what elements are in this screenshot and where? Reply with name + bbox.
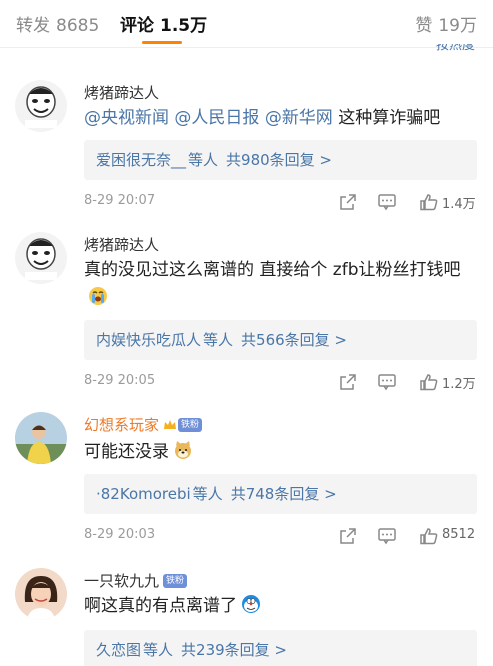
crying-emoji <box>88 286 108 306</box>
avatar[interactable] <box>15 412 67 464</box>
meme-face-icon <box>15 232 67 284</box>
mention-link[interactable]: @央视新闻 <box>84 108 169 128</box>
avatar[interactable] <box>15 568 67 620</box>
share-icon[interactable] <box>336 190 360 214</box>
username[interactable]: 一只软九九 铁粉 <box>84 570 188 591</box>
fan-badge: 铁粉 <box>178 417 203 432</box>
like-count: 1.2万 <box>442 377 476 392</box>
reply-count: 共980条回复 > <box>226 151 332 169</box>
reply-count: 共239条回复 > <box>181 641 287 659</box>
reply-static: 等人 <box>192 485 223 503</box>
like-icon[interactable] <box>417 190 441 214</box>
username-text: 幻想系玩家 <box>84 416 160 434</box>
comment-meta: 8-29 20:07 1.4万 <box>84 190 479 214</box>
comment-text: 可能还没录 <box>84 438 479 466</box>
mention-link[interactable]: @人民日报 <box>174 108 259 128</box>
comment-meta: 8-29 20:03 8512 <box>84 524 479 548</box>
tab-comment-count: 1.5万 <box>160 16 208 36</box>
share-icon[interactable] <box>336 524 360 548</box>
comment-meta: 8-29 20:05 1.2万 <box>84 370 479 394</box>
comment-tabs: 转发 8685 评论 1.5万 赞 19万 <box>0 0 493 48</box>
comment-icon[interactable] <box>375 524 399 548</box>
reply-user: 内娱快乐吃瓜人 <box>96 331 202 349</box>
like-icon[interactable] <box>417 370 441 394</box>
like-icon[interactable] <box>417 524 441 548</box>
tab-comment-label: 评论 <box>120 16 154 36</box>
comment-text: @央视新闻 @人民日报 @新华网 这种算诈骗吧 <box>84 104 479 132</box>
reply-user: ·82Komorebi <box>96 485 191 503</box>
username[interactable]: 幻想系玩家 铁粉 <box>84 414 203 435</box>
username[interactable]: 烤猪蹄达人 <box>84 234 159 255</box>
comment-text: 啊这真的有点离谱了 <box>84 592 479 620</box>
reply-preview[interactable]: 久恋图 等人 共239条回复 > <box>84 630 477 666</box>
comment-text-body: 啊这真的有点离谱了 <box>84 596 237 616</box>
fan-badge-group: 铁粉 <box>163 417 203 432</box>
doraemon-emoji <box>241 594 261 614</box>
reply-preview[interactable]: ·82Komorebi 等人 共748条回复 > <box>84 474 477 514</box>
comment-icon[interactable] <box>375 370 399 394</box>
comment-text-body: 可能还没录 <box>84 442 169 462</box>
sort-toggle[interactable]: 按热度 <box>436 44 475 53</box>
share-icon[interactable] <box>336 370 360 394</box>
tab-comment[interactable]: 评论 1.5万 <box>120 11 207 36</box>
tab-like-label: 赞 <box>415 16 433 36</box>
like-count: 1.4万 <box>442 197 476 212</box>
fan-badge: 铁粉 <box>163 573 188 588</box>
comment-text-body: 这种算诈骗吧 <box>338 108 441 128</box>
active-tab-indicator <box>142 41 182 44</box>
meme-face-icon <box>15 80 67 132</box>
timestamp: 8-29 20:05 <box>84 373 156 388</box>
comment-icon[interactable] <box>375 190 399 214</box>
tab-repost-label: 转发 <box>16 16 50 36</box>
tab-like[interactable]: 赞 19万 <box>415 11 477 36</box>
avatar[interactable] <box>15 232 67 284</box>
reply-user: 爱困很无奈__ <box>96 151 187 169</box>
username[interactable]: 烤猪蹄达人 <box>84 82 159 103</box>
sort-label: 按热度 <box>435 44 475 53</box>
like-count: 8512 <box>442 527 476 542</box>
user-photo-icon <box>15 568 67 620</box>
doge-emoji <box>173 440 193 460</box>
reply-count: 共566条回复 > <box>241 331 347 349</box>
mention-link[interactable]: @新华网 <box>265 108 333 128</box>
reply-static: 等人 <box>188 151 219 169</box>
crown-icon <box>164 419 177 429</box>
timestamp: 8-29 20:03 <box>84 527 156 542</box>
reply-preview[interactable]: 爱困很无奈__ 等人 共980条回复 > <box>84 140 477 180</box>
tab-repost[interactable]: 转发 8685 <box>16 11 99 36</box>
comment-text: 真的没见过这么离谱的 直接给个 zfb让粉丝打钱吧 <box>84 256 474 312</box>
reply-count: 共748条回复 > <box>230 485 337 503</box>
reply-static: 等人 <box>143 641 174 659</box>
tab-repost-count: 8685 <box>56 16 100 36</box>
reply-static: 等人 <box>203 331 234 349</box>
fan-badge-group: 铁粉 <box>163 573 188 588</box>
reply-user: 久恋图 <box>96 641 142 659</box>
reply-preview[interactable]: 内娱快乐吃瓜人 等人 共566条回复 > <box>84 320 477 360</box>
comment-text-body: 真的没见过这么离谱的 直接给个 zfb让粉丝打钱吧 <box>84 260 461 280</box>
username-text: 一只软九九 <box>84 572 160 590</box>
tab-like-count: 19万 <box>438 16 477 36</box>
avatar[interactable] <box>15 80 67 132</box>
user-photo-icon <box>15 412 67 464</box>
timestamp: 8-29 20:07 <box>84 193 156 208</box>
